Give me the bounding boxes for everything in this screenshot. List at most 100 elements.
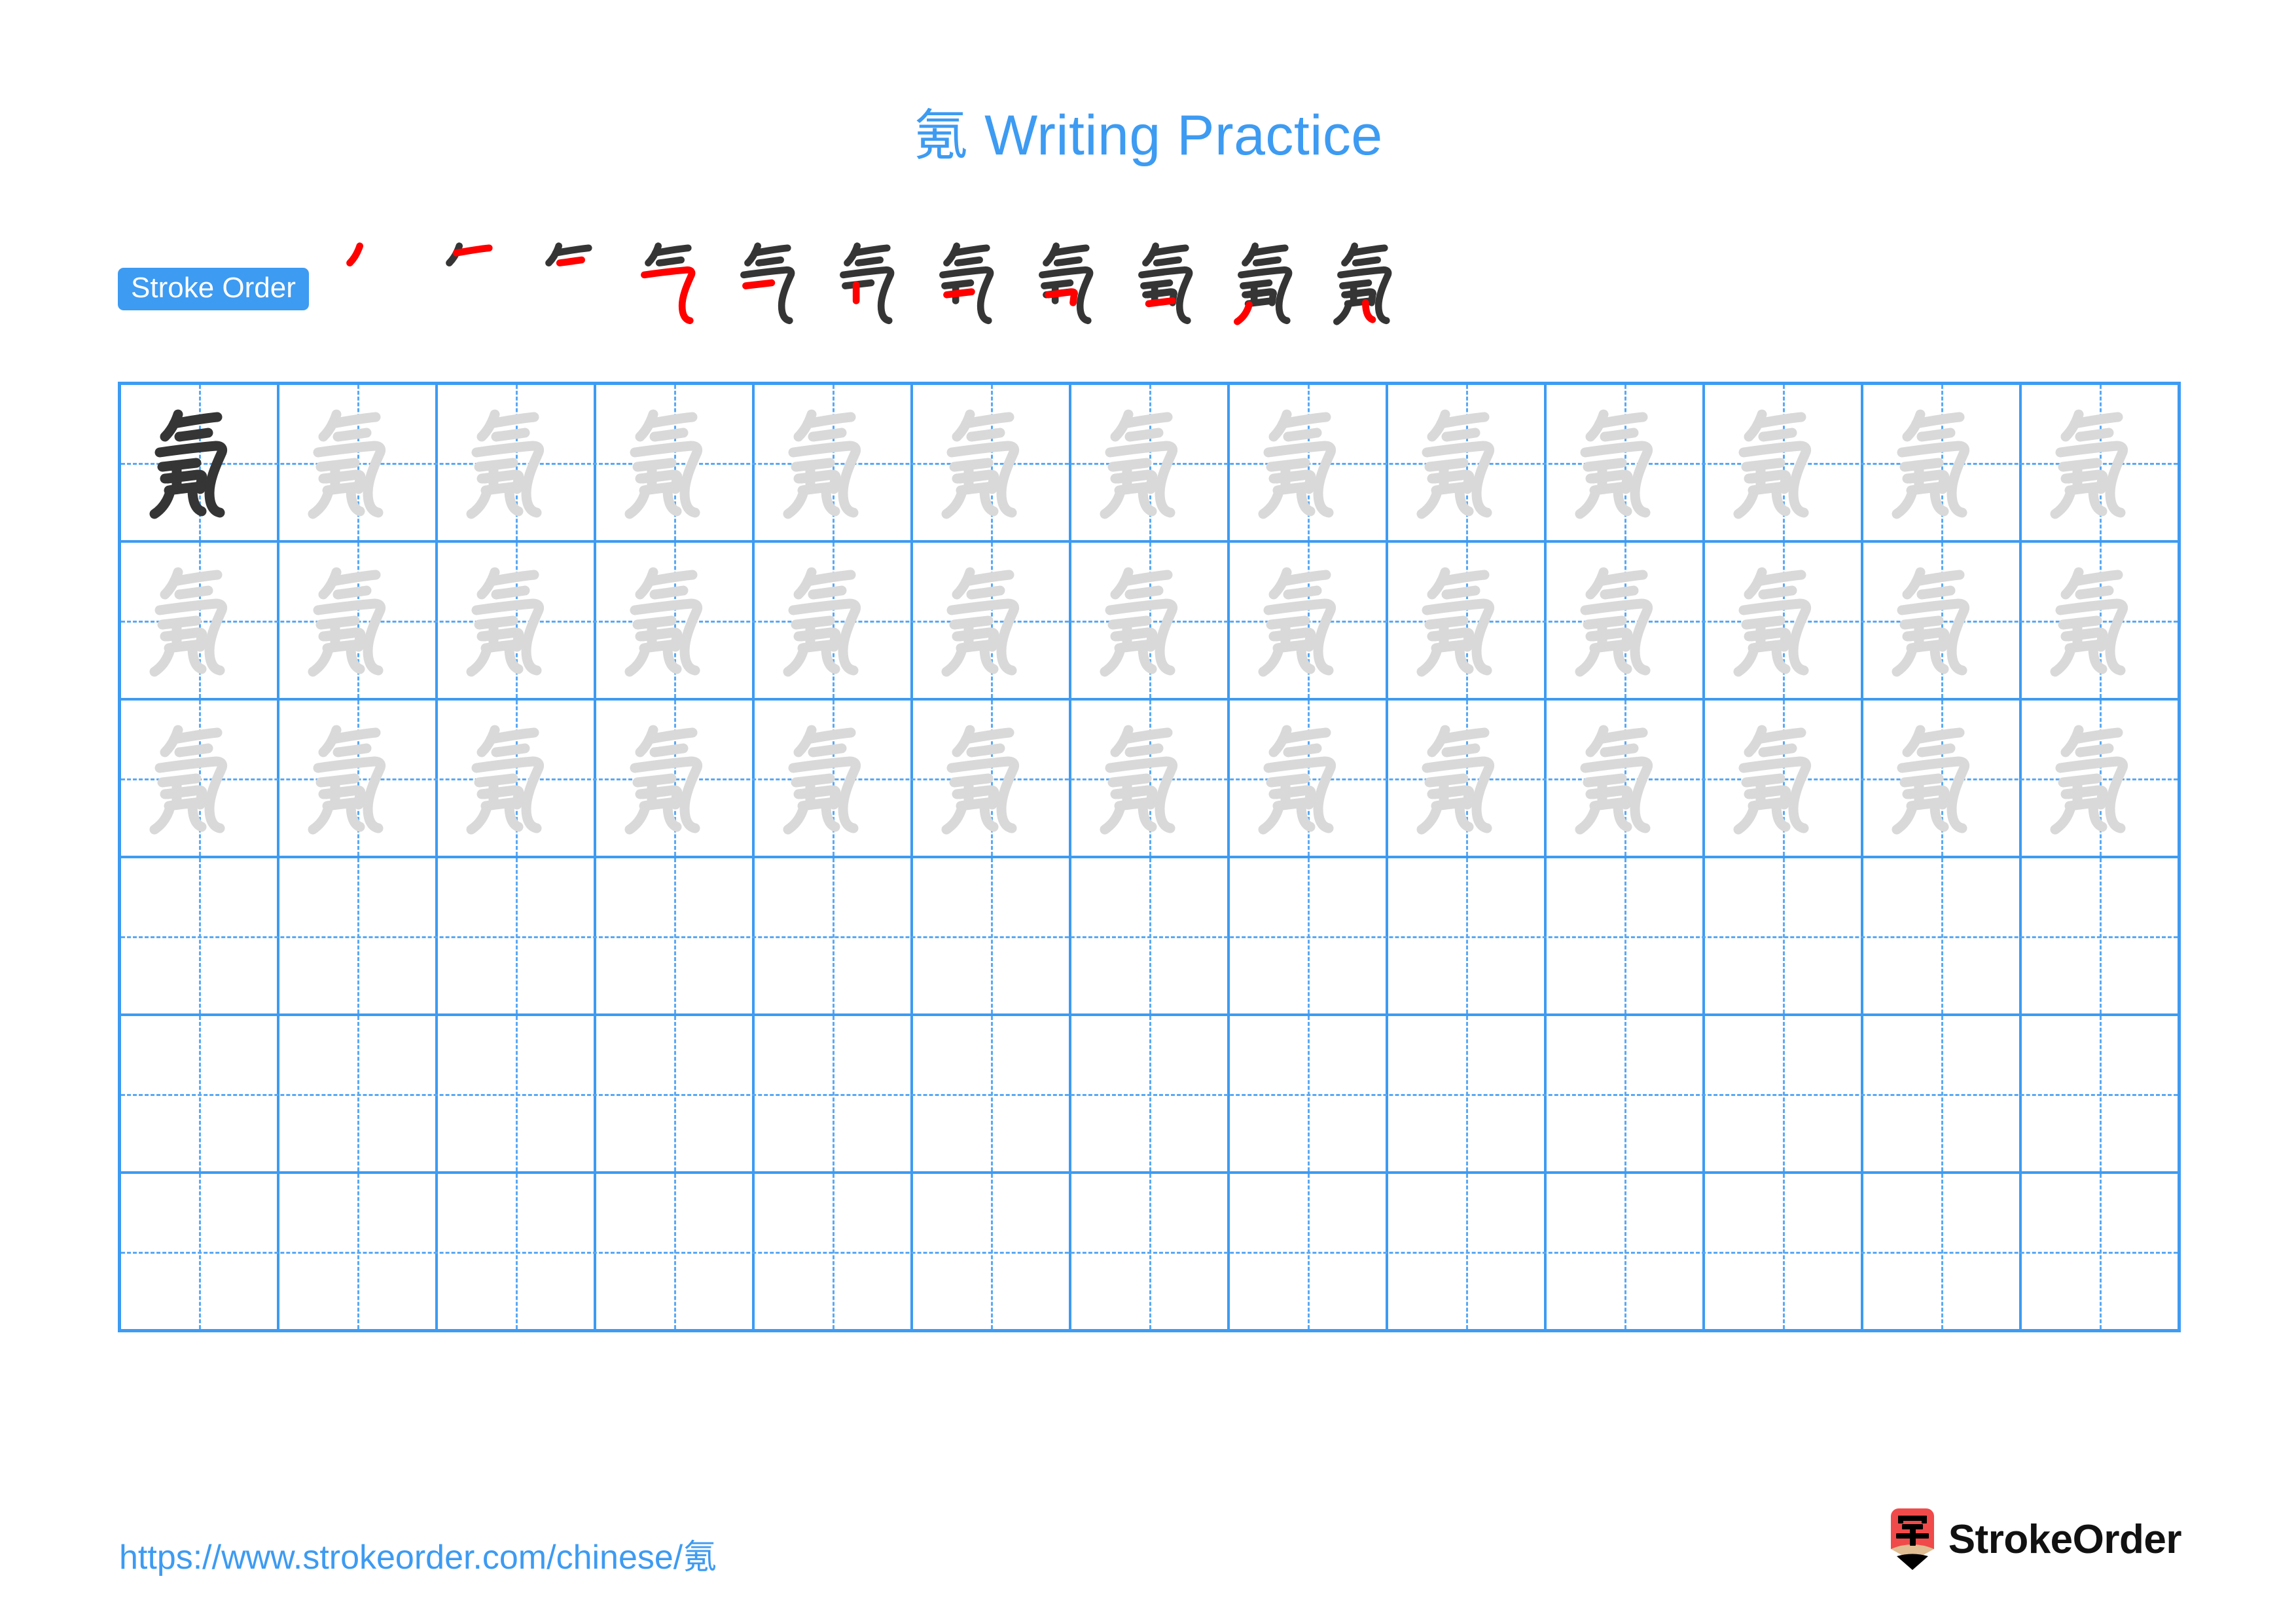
- grid-cell-trace[interactable]: [596, 701, 755, 856]
- grid-cell-blank[interactable]: [1071, 1174, 1230, 1329]
- page-title-text: Writing Practice: [984, 104, 1383, 167]
- grid-cell-blank[interactable]: [438, 1174, 596, 1329]
- grid-cell-blank[interactable]: [913, 1016, 1071, 1171]
- trace-character: [1084, 555, 1215, 686]
- grid-cell-trace[interactable]: [1705, 701, 1863, 856]
- grid-row: [121, 701, 2178, 858]
- grid-cell-trace[interactable]: [2022, 701, 2178, 856]
- trace-character: [609, 713, 740, 844]
- grid-cell-trace[interactable]: [1863, 701, 2022, 856]
- grid-cell-blank[interactable]: [2022, 1016, 2178, 1171]
- grid-cell-trace[interactable]: [1547, 385, 1705, 540]
- grid-cell-blank[interactable]: [1863, 1174, 2022, 1329]
- grid-cell-blank[interactable]: [1863, 858, 2022, 1013]
- grid-cell-trace[interactable]: [913, 385, 1071, 540]
- stroke-step-5: [724, 233, 823, 333]
- grid-cell-trace[interactable]: [1230, 543, 1388, 698]
- trace-character: [1717, 397, 1848, 528]
- grid-cell-trace[interactable]: [1705, 385, 1863, 540]
- grid-cell-trace[interactable]: [279, 385, 438, 540]
- grid-cell-trace[interactable]: [1863, 543, 2022, 698]
- brand-logo[interactable]: StrokeOrder: [1888, 1508, 2182, 1571]
- grid-cell-blank[interactable]: [1547, 1016, 1705, 1171]
- trace-character: [1401, 555, 1532, 686]
- trace-character: [925, 397, 1056, 528]
- grid-cell-blank[interactable]: [596, 1174, 755, 1329]
- grid-cell-trace[interactable]: [1388, 701, 1547, 856]
- grid-cell-blank[interactable]: [1230, 1016, 1388, 1171]
- grid-cell-model[interactable]: [121, 385, 279, 540]
- grid-cell-blank[interactable]: [1230, 1174, 1388, 1329]
- grid-cell-blank[interactable]: [121, 1016, 279, 1171]
- grid-cell-blank[interactable]: [1547, 858, 1705, 1013]
- source-url[interactable]: https://www.strokeorder.com/chinese/氪: [119, 1529, 717, 1578]
- trace-character: [767, 713, 898, 844]
- grid-cell-trace[interactable]: [755, 543, 913, 698]
- grid-cell-blank[interactable]: [755, 1174, 913, 1329]
- grid-cell-blank[interactable]: [596, 858, 755, 1013]
- grid-cell-trace[interactable]: [121, 543, 279, 698]
- grid-cell-trace[interactable]: [121, 701, 279, 856]
- grid-cell-blank[interactable]: [1705, 858, 1863, 1013]
- grid-cell-trace[interactable]: [1547, 701, 1705, 856]
- grid-cell-blank[interactable]: [755, 858, 913, 1013]
- grid-cell-trace[interactable]: [1071, 543, 1230, 698]
- grid-cell-blank[interactable]: [913, 858, 1071, 1013]
- trace-character: [1876, 713, 2007, 844]
- grid-cell-trace[interactable]: [1071, 385, 1230, 540]
- grid-cell-trace[interactable]: [1388, 385, 1547, 540]
- grid-cell-trace[interactable]: [1863, 385, 2022, 540]
- grid-cell-blank[interactable]: [1071, 1016, 1230, 1171]
- grid-cell-blank[interactable]: [755, 1016, 913, 1171]
- grid-cell-trace[interactable]: [438, 543, 596, 698]
- grid-cell-blank[interactable]: [279, 858, 438, 1013]
- trace-character: [1084, 397, 1215, 528]
- grid-cell-trace[interactable]: [1388, 543, 1547, 698]
- practice-grid: [118, 382, 2181, 1332]
- grid-cell-blank[interactable]: [1705, 1016, 1863, 1171]
- grid-cell-blank[interactable]: [438, 858, 596, 1013]
- trace-character: [609, 397, 740, 528]
- stroke-step-2: [425, 233, 525, 333]
- grid-cell-trace[interactable]: [2022, 385, 2178, 540]
- stroke-step-10: [1221, 233, 1321, 333]
- grid-cell-blank[interactable]: [121, 1174, 279, 1329]
- grid-cell-trace[interactable]: [1071, 701, 1230, 856]
- grid-cell-blank[interactable]: [596, 1016, 755, 1171]
- grid-cell-trace[interactable]: [279, 701, 438, 856]
- grid-cell-trace[interactable]: [1705, 543, 1863, 698]
- grid-cell-blank[interactable]: [1863, 1016, 2022, 1171]
- grid-cell-blank[interactable]: [2022, 858, 2178, 1013]
- grid-cell-trace[interactable]: [596, 543, 755, 698]
- grid-cell-trace[interactable]: [755, 385, 913, 540]
- grid-cell-blank[interactable]: [913, 1174, 1071, 1329]
- stroke-step-6: [823, 233, 923, 333]
- grid-cell-blank[interactable]: [1071, 858, 1230, 1013]
- stroke-step-11: [1321, 233, 1420, 333]
- grid-cell-blank[interactable]: [2022, 1174, 2178, 1329]
- grid-cell-blank[interactable]: [1388, 1174, 1547, 1329]
- grid-cell-trace[interactable]: [2022, 543, 2178, 698]
- grid-cell-trace[interactable]: [1230, 385, 1388, 540]
- grid-cell-blank[interactable]: [121, 858, 279, 1013]
- grid-cell-blank[interactable]: [1547, 1174, 1705, 1329]
- grid-cell-blank[interactable]: [1388, 1016, 1547, 1171]
- grid-cell-trace[interactable]: [596, 385, 755, 540]
- grid-cell-trace[interactable]: [438, 701, 596, 856]
- grid-cell-blank[interactable]: [279, 1174, 438, 1329]
- grid-cell-blank[interactable]: [438, 1016, 596, 1171]
- trace-character: [925, 713, 1056, 844]
- grid-cell-trace[interactable]: [1230, 701, 1388, 856]
- grid-cell-trace[interactable]: [1547, 543, 1705, 698]
- grid-cell-blank[interactable]: [279, 1016, 438, 1171]
- grid-cell-blank[interactable]: [1705, 1174, 1863, 1329]
- grid-row: [121, 1174, 2178, 1329]
- grid-cell-trace[interactable]: [913, 543, 1071, 698]
- trace-character: [1242, 397, 1373, 528]
- grid-cell-trace[interactable]: [755, 701, 913, 856]
- grid-cell-blank[interactable]: [1230, 858, 1388, 1013]
- grid-cell-blank[interactable]: [1388, 858, 1547, 1013]
- grid-cell-trace[interactable]: [438, 385, 596, 540]
- grid-cell-trace[interactable]: [913, 701, 1071, 856]
- grid-cell-trace[interactable]: [279, 543, 438, 698]
